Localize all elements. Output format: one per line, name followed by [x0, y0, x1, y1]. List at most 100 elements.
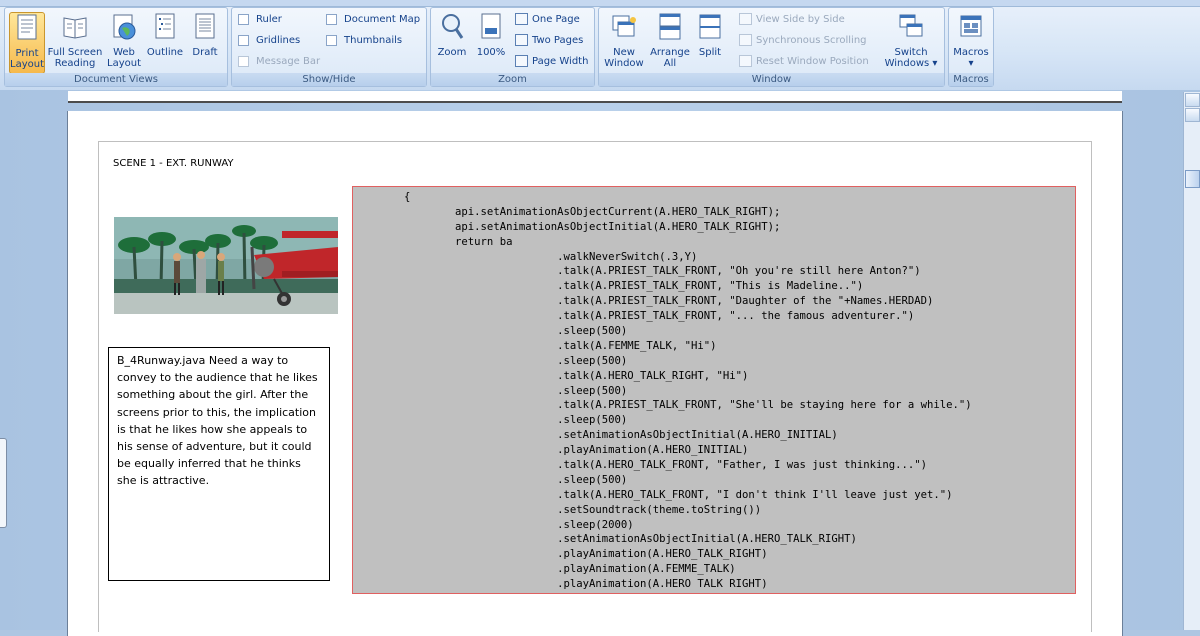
- one-page-button[interactable]: One Page: [515, 13, 580, 25]
- group-label-macros: Macros: [949, 73, 993, 86]
- side-by-side-icon: [739, 13, 752, 25]
- zoom-100-button[interactable]: 100%: [473, 12, 509, 58]
- split-button[interactable]: Split: [695, 12, 725, 58]
- print-layout-icon: [17, 14, 37, 40]
- gridlines-checkbox[interactable]: Gridlines: [238, 35, 300, 46]
- design-note-textbox[interactable]: B_4Runway.java Need a way to convey to t…: [108, 347, 330, 581]
- split-label: Split: [698, 47, 722, 58]
- group-label-document-views: Document Views: [5, 73, 227, 86]
- group-label-zoom: Zoom: [431, 73, 594, 86]
- arrange-all-label-1: Arrange: [650, 47, 690, 58]
- thumbnails-label: Thumbnails: [344, 35, 403, 46]
- page-width-icon: [515, 55, 528, 67]
- zoom-label: Zoom: [437, 47, 467, 58]
- reset-window-position-button[interactable]: Reset Window Position: [739, 55, 869, 67]
- ribbon-tab-strip: [0, 0, 1200, 7]
- scroll-thumb[interactable]: [1185, 170, 1200, 188]
- reset-window-position-label: Reset Window Position: [756, 55, 869, 67]
- code-line: .talk(A.PRIEST_TALK_FRONT, "Oh you're st…: [353, 265, 921, 278]
- outline-button[interactable]: Outline: [145, 12, 185, 58]
- full-screen-reading-button[interactable]: Full Screen Reading: [47, 12, 103, 69]
- new-window-button[interactable]: New Window: [602, 12, 646, 69]
- runway-scene-picture[interactable]: [114, 217, 338, 314]
- page-width-button[interactable]: Page Width: [515, 55, 588, 67]
- zoom-button[interactable]: Zoom: [435, 12, 469, 58]
- message-bar-checkbox[interactable]: Message Bar: [238, 56, 320, 67]
- ruler-checkbox-box: [238, 14, 249, 25]
- page-100-icon: [481, 13, 501, 39]
- web-layout-label-1: Web: [113, 47, 135, 58]
- document-map-label: Document Map: [344, 14, 421, 25]
- zoom-100-label: 100%: [476, 47, 506, 58]
- ruler-toggle-button[interactable]: [1185, 108, 1200, 122]
- group-label-window: Window: [599, 73, 944, 86]
- scroll-up-button[interactable]: [1185, 93, 1200, 107]
- code-line: .playAnimation(A.HERO TALK RIGHT): [353, 578, 768, 591]
- code-line: .talk(A.HERO_TALK_RIGHT, "Hi"): [353, 369, 749, 382]
- code-line: .setAnimationAsObjectInitial(A.HERO_TALK…: [353, 533, 857, 546]
- new-window-label-1: New: [613, 47, 635, 58]
- code-line: .talk(A.HERO_TALK_FRONT, "I don't think …: [353, 488, 953, 501]
- vertical-scrollbar[interactable]: [1183, 92, 1200, 630]
- full-screen-label-1: Full Screen: [47, 47, 103, 58]
- switch-windows-button[interactable]: Switch Windows ▾: [881, 12, 941, 69]
- two-pages-button[interactable]: Two Pages: [515, 34, 583, 46]
- ribbon-view-tab: Print Layout Full Screen Reading Web Lay…: [0, 0, 1200, 91]
- document-map-checkbox-box: [326, 14, 337, 25]
- document-map-checkbox[interactable]: Document Map: [326, 14, 420, 25]
- code-line: .sleep(500): [353, 473, 628, 486]
- code-line: api.setAnimationAsObjectInitial(A.HERO_T…: [353, 220, 781, 233]
- code-line: .talk(A.PRIEST_TALK_FRONT, "... the famo…: [353, 310, 915, 323]
- full-screen-label-2: Reading: [54, 58, 96, 69]
- left-panel-grip[interactable]: [0, 438, 7, 528]
- ruler-checkbox[interactable]: Ruler: [238, 14, 282, 25]
- code-textbox[interactable]: { api.setAnimationAsObjectCurrent(A.HERO…: [352, 186, 1076, 594]
- switch-windows-icon: [899, 14, 923, 37]
- code-line: .sleep(500): [353, 325, 628, 338]
- view-side-by-side-button[interactable]: View Side by Side: [739, 13, 845, 25]
- draft-button[interactable]: Draft: [189, 12, 221, 58]
- one-page-icon: [515, 13, 528, 25]
- switch-windows-label-2: Windows ▾: [884, 58, 938, 69]
- web-layout-button[interactable]: Web Layout: [107, 12, 141, 69]
- message-bar-label: Message Bar: [256, 56, 321, 67]
- code-line: {: [353, 191, 411, 203]
- arrange-all-button[interactable]: Arrange All: [649, 12, 691, 69]
- macros-button[interactable]: Macros ▾: [952, 12, 990, 69]
- print-layout-button[interactable]: Print Layout: [9, 12, 45, 74]
- switch-windows-label-1: Switch: [894, 47, 928, 58]
- code-line: .talk(A.FEMME_TALK, "Hi"): [353, 339, 717, 352]
- outline-icon: [155, 13, 175, 39]
- synchronous-scrolling-button[interactable]: Synchronous Scrolling: [739, 34, 867, 46]
- web-layout-label-2: Layout: [107, 58, 141, 69]
- runway-illustration: [114, 217, 338, 314]
- draft-label: Draft: [192, 47, 218, 58]
- code-line: .talk(A.PRIEST_TALK_FRONT, "She'll be st…: [353, 399, 972, 412]
- document-page[interactable]: SCENE 1 - EXT. RUNWAY B_4Runway.java Nee…: [68, 111, 1122, 636]
- code-line: .talk(A.PRIEST_TALK_FRONT, "This is Made…: [353, 280, 864, 293]
- thumbnails-checkbox[interactable]: Thumbnails: [326, 35, 402, 46]
- group-window: New Window Arrange All Split View Side b…: [598, 7, 945, 87]
- draft-icon: [195, 13, 215, 39]
- page-width-label: Page Width: [532, 55, 589, 67]
- group-document-views: Print Layout Full Screen Reading Web Lay…: [4, 7, 228, 87]
- outline-label: Outline: [146, 47, 184, 58]
- macros-label: Macros: [953, 47, 989, 58]
- new-window-icon: [612, 15, 636, 37]
- message-bar-checkbox-box: [238, 56, 249, 67]
- code-line: .sleep(500): [353, 384, 628, 397]
- group-label-show-hide: Show/Hide: [232, 73, 426, 86]
- gridlines-label: Gridlines: [256, 35, 301, 46]
- code-line: .playAnimation(A.HERO_TALK_RIGHT): [353, 548, 768, 561]
- print-layout-label-2: Layout: [10, 59, 44, 70]
- code-line: .talk(A.PRIEST_TALK_FRONT, "Daughter of …: [353, 295, 934, 308]
- split-window-icon: [699, 14, 721, 39]
- code-line: .sleep(500): [353, 354, 628, 367]
- code-line: .setSoundtrack(theme.toString()): [353, 503, 762, 516]
- new-window-label-2: Window: [604, 58, 644, 69]
- group-show-hide: Ruler Gridlines Message Bar Document Map…: [231, 7, 427, 87]
- synchronous-scrolling-label: Synchronous Scrolling: [756, 34, 867, 46]
- magnifier-icon: [442, 14, 464, 39]
- gridlines-checkbox-box: [238, 35, 249, 46]
- book-icon: [63, 17, 87, 39]
